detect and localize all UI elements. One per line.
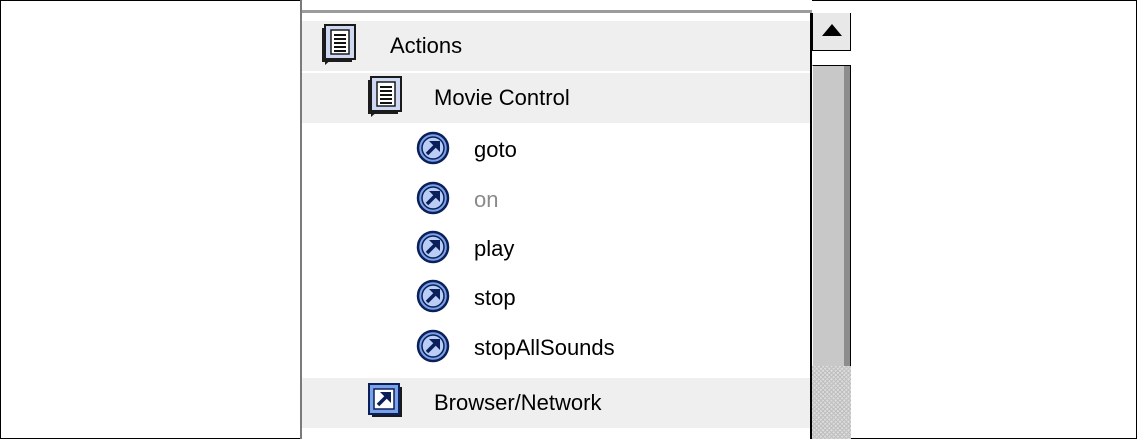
tree-item-label: Movie Control (434, 85, 570, 110)
tree-item-label: stop (474, 285, 516, 310)
tree-item-label: on (474, 187, 499, 212)
tree-item-movie-control[interactable]: Movie Control (302, 73, 812, 123)
scroll-track-lower[interactable] (812, 366, 851, 439)
book-icon (320, 22, 360, 71)
actions-tree: Actions Movie Control goto on play stop … (300, 0, 812, 439)
tree-item-label: play (474, 236, 515, 261)
scroll-thumb-shadow (844, 66, 850, 366)
tree-item-play[interactable]: play (302, 224, 812, 274)
tree-item-label: stopAllSounds (474, 335, 615, 360)
scroll-track[interactable] (812, 51, 851, 64)
tree-item-label: Actions (390, 33, 463, 58)
tree-item-on[interactable]: on (302, 175, 812, 225)
tree-item-actions[interactable]: Actions (302, 21, 812, 71)
tree-item-browser-network[interactable]: Browser/Network (302, 378, 812, 428)
tree-item-stopallsounds[interactable]: stopAllSounds (302, 323, 812, 373)
action-arrow-icon (416, 131, 450, 170)
vertical-scrollbar[interactable] (810, 13, 851, 439)
scroll-thumb[interactable] (812, 65, 851, 367)
tree-item-label: goto (474, 137, 517, 162)
tree-item-stop[interactable]: stop (302, 273, 812, 323)
action-arrow-icon (416, 279, 450, 318)
category-arrow-icon (368, 382, 404, 424)
scroll-up-button[interactable] (812, 13, 851, 51)
tree-top-border (302, 10, 812, 13)
action-arrow-icon (416, 181, 450, 220)
actions-panel: Actions Movie Control goto on play stop … (300, 0, 851, 439)
book-icon (366, 74, 406, 123)
triangle-up-icon (822, 24, 842, 36)
action-arrow-icon (416, 230, 450, 269)
action-arrow-icon (416, 329, 450, 368)
tree-item-label: Browser/Network (434, 390, 602, 415)
tree-item-goto[interactable]: goto (302, 125, 812, 175)
